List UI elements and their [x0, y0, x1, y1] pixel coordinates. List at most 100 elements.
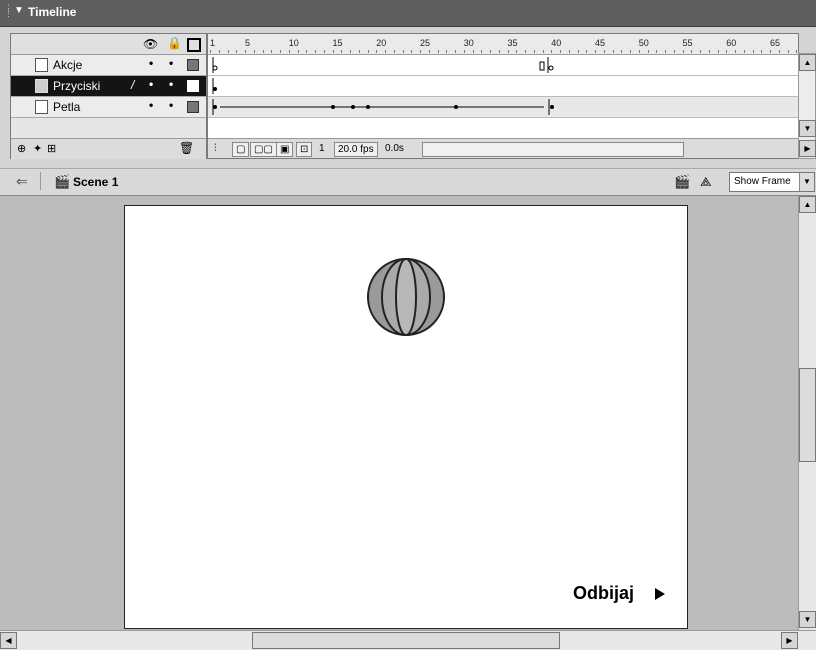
ruler-mark [673, 50, 675, 53]
frame-row-petla[interactable] [208, 97, 798, 118]
ruler-mark [245, 50, 246, 53]
frame-ruler[interactable]: 1 5 10 15 20 25 30 35 40 45 50 55 60 65 [208, 34, 798, 55]
ruler-tick: 10 [288, 38, 299, 48]
layer-row-petla[interactable]: Petla • • [11, 97, 206, 118]
odbijaj-button-label[interactable]: Odbijaj [573, 583, 634, 604]
scroll-right-icon[interactable]: ▶ [781, 632, 798, 649]
scroll-down-icon[interactable]: ▼ [799, 120, 816, 137]
frames-area[interactable]: 1 5 10 15 20 25 30 35 40 45 50 55 60 65 ⫶ [207, 33, 799, 159]
lock-dot[interactable]: • [169, 77, 173, 91]
ruler-mark [612, 50, 614, 53]
scroll-right-icon[interactable]: ▶ [799, 140, 816, 157]
scene-icon: 🎬 [54, 174, 71, 189]
scroll-up-icon[interactable]: ▲ [799, 196, 816, 213]
ruler-mark [280, 50, 281, 53]
ruler-tick: 5 [245, 38, 251, 48]
ruler-mark [411, 50, 413, 53]
add-guide-layer-icon[interactable]: ✦ [33, 142, 42, 155]
ruler-mark [376, 50, 378, 53]
onion-skin-icon[interactable]: ▢▢ [250, 142, 277, 157]
frame-rate[interactable]: 20.0 fps [334, 142, 378, 157]
layers-panel: 👁 🔒 Akcje • • Przyciski / • • Petla • • … [10, 33, 207, 159]
layer-name: Przyciski [53, 79, 101, 93]
trash-icon[interactable]: 🗑 [179, 141, 194, 155]
frames-hscrollbar[interactable] [422, 142, 684, 157]
chevron-down-icon[interactable]: ▼ [799, 173, 814, 191]
ruler-mark [761, 50, 763, 53]
ball-graphic[interactable] [365, 256, 447, 338]
ruler-mark [210, 50, 211, 53]
ruler-mark [481, 50, 483, 53]
scroll-thumb[interactable] [252, 632, 560, 649]
ruler-mark [463, 50, 465, 53]
ruler-mark [533, 50, 535, 53]
layer-row-akcje[interactable]: Akcje • • [11, 55, 206, 76]
scroll-up-icon[interactable]: ▲ [799, 54, 816, 71]
ruler-mark [472, 50, 474, 53]
ruler-mark [708, 50, 710, 53]
eye-icon[interactable]: 👁 [143, 37, 158, 51]
stage-vscrollbar[interactable]: ▲ ▼ [798, 196, 816, 630]
ruler-tick: 35 [507, 38, 518, 48]
grip-icon[interactable]: ⋮ ⋮ [4, 4, 13, 20]
current-frame: 1 [319, 143, 325, 154]
ruler-tick: 65 [770, 38, 781, 48]
add-folder-icon[interactable]: ⊞ [47, 142, 56, 155]
ruler-mark [595, 50, 596, 53]
play-arrow-icon[interactable] [655, 588, 665, 600]
tween-key [366, 105, 370, 109]
edit-scene-icon[interactable]: 🎬 [674, 174, 690, 190]
stage[interactable]: Odbijaj [124, 205, 688, 629]
edit-multiple-icon[interactable]: ⊡ [296, 142, 313, 157]
playhead-icon[interactable]: ⫶ [211, 142, 220, 155]
outline-square[interactable] [187, 101, 199, 113]
lock-icon[interactable]: 🔒 [167, 36, 182, 50]
scroll-left-icon[interactable]: ◀ [0, 632, 17, 649]
ruler-mark [341, 50, 343, 53]
frame-row-akcje[interactable] [208, 55, 798, 76]
elapsed-time: 0.0s [385, 143, 404, 154]
scene-name[interactable]: Scene 1 [73, 175, 118, 189]
timeline-titlebar[interactable]: ⋮ ⋮ ▼ Timeline [0, 0, 816, 27]
ruler-mark [358, 50, 360, 53]
scroll-thumb[interactable] [799, 368, 816, 462]
center-frame-icon[interactable]: ▢ [232, 142, 250, 157]
ball-band-inner [395, 258, 417, 336]
keyframe-dot-40 [550, 105, 554, 109]
collapse-triangle-icon[interactable]: ▼ [14, 5, 24, 16]
tween-key [454, 105, 458, 109]
ruler-mark [367, 50, 369, 53]
ruler-mark [253, 50, 255, 53]
frame-statusbar: ⫶ ▢ ▢▢ ▣ ⊡ 1 20.0 fps 0.0s [208, 138, 798, 158]
outline-icon[interactable] [187, 38, 201, 52]
layer-icon [35, 79, 48, 93]
ruler-mark [490, 50, 491, 53]
add-layer-icon[interactable]: ⊕ [17, 142, 26, 155]
layer-row-przyciski[interactable]: Przyciski / • • [11, 76, 206, 97]
stage-hscrollbar[interactable]: ◀ ▶ [0, 630, 816, 650]
back-arrow-icon[interactable]: ⇐ [16, 173, 28, 190]
scroll-down-icon[interactable]: ▼ [799, 611, 816, 628]
ruler-mark [752, 50, 754, 53]
timeline-vscrollbar[interactable]: ▲ ▼ ▶ [798, 53, 816, 159]
lock-dot[interactable]: • [169, 56, 173, 70]
visibility-dot[interactable]: • [149, 77, 153, 91]
visibility-dot[interactable]: • [149, 56, 153, 70]
frame-row-przyciski[interactable] [208, 76, 798, 97]
ruler-mark [778, 50, 780, 53]
ruler-mark [350, 50, 351, 53]
frame-end-rect [539, 61, 545, 71]
zoom-select[interactable]: Show Frame ▼ [729, 172, 815, 192]
edit-symbols-icon[interactable]: ⟁ [700, 174, 712, 190]
ruler-mark [560, 50, 561, 53]
visibility-dot[interactable]: • [149, 98, 153, 112]
keyframe-dot [212, 65, 218, 71]
outline-square[interactable] [187, 80, 199, 92]
onion-outline-icon[interactable]: ▣ [276, 142, 294, 157]
ruler-tick: 45 [595, 38, 606, 48]
ruler-mark [743, 50, 745, 53]
ruler-mark [516, 50, 518, 53]
lock-dot[interactable]: • [169, 98, 173, 112]
outline-square[interactable] [187, 59, 199, 71]
divider [40, 172, 41, 190]
